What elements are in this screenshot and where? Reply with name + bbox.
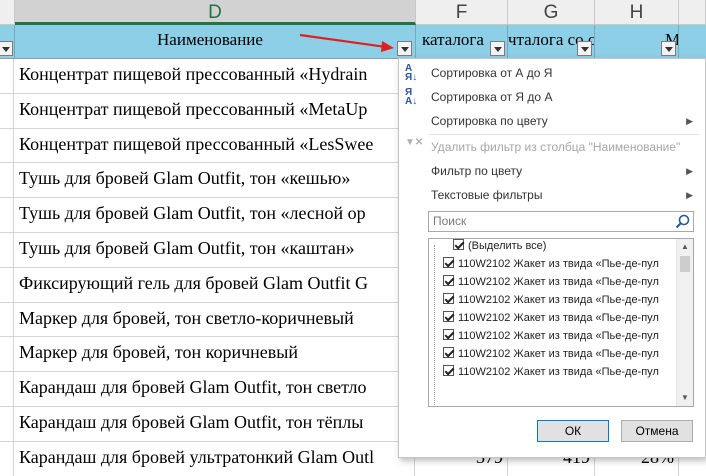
filter-menu: А Я↓ Сортировка от А до Я Я А↓ Сортировка … — [398, 58, 706, 458]
name-cell[interactable]: Тушь для бровей Glam Outfit, тон «каштан… — [15, 232, 415, 267]
search-placeholder: Поиск — [433, 214, 467, 228]
checkbox-checked-icon — [443, 365, 454, 376]
sort-by-color-label: Сортировка по цвету — [431, 114, 548, 128]
scroll-up-icon[interactable]: ▲ — [677, 239, 693, 255]
name-cell[interactable]: Маркер для бровей, тон светло-коричневый — [15, 302, 415, 337]
ok-button[interactable]: ОК — [537, 420, 609, 442]
column-header-g[interactable]: G — [508, 0, 595, 25]
submenu-arrow-icon: ▶ — [686, 190, 693, 200]
list-item[interactable]: 110W2102 Жакет из твида «Пье-де-пул — [443, 345, 659, 363]
name-cell[interactable]: Тушь для бровей Glam Outfit, тон «лесной… — [15, 198, 415, 232]
filter-dropdown-g[interactable] — [577, 41, 592, 56]
scroll-down-icon[interactable]: ▼ — [677, 390, 693, 406]
name-cell[interactable]: Карандаш для бровей ультратонкий Glam Ou… — [15, 441, 415, 476]
submenu-arrow-icon: ▶ — [686, 116, 693, 126]
list-item[interactable]: 110W2102 Жакет из твида «Пье-де-пул — [443, 273, 659, 291]
column-letter-bar: D F G H — [0, 0, 706, 25]
name-cell[interactable]: Концентрат пищевой прессованный «Hydrain — [15, 59, 415, 93]
list-item[interactable]: 110W2102 Жакет из твида «Пье-де-пул — [443, 327, 659, 345]
search-input[interactable]: Поиск — [428, 211, 694, 232]
name-cell[interactable]: Концентрат пищевой прессованный «MetaUp — [15, 93, 415, 128]
name-cell[interactable]: Маркер для бровей, тон коричневый — [15, 337, 415, 372]
name-cell[interactable]: Концентрат пищевой прессованный «LesSwee — [15, 128, 415, 163]
name-cell[interactable]: Карандаш для бровей Glam Outfit, тон тёп… — [15, 406, 415, 441]
header-cell-h: Моде — [595, 25, 679, 59]
filter-dropdown-name[interactable] — [397, 41, 412, 56]
cancel-button[interactable]: Отмена — [621, 420, 693, 442]
column-header-i[interactable] — [679, 0, 706, 25]
filter-value-list: (Выделить все) 110W2102 Жакет из твида «… — [428, 238, 694, 407]
submenu-arrow-icon: ▶ — [686, 166, 693, 176]
sort-by-color[interactable]: Сортировка по цвету ▶ — [399, 109, 705, 133]
text-filters-label: Текстовые фильтры — [431, 188, 543, 202]
search-icon — [675, 214, 690, 229]
clear-filter[interactable]: ▼✕ Удалить фильтр из столбца "Наименован… — [399, 135, 705, 159]
name-cell[interactable]: Фиксирующий гель для бровей Glam Outfit … — [15, 267, 415, 302]
name-cell[interactable]: Карандаш для бровей Glam Outfit, тон све… — [15, 372, 415, 406]
text-filters[interactable]: Текстовые фильтры ▶ — [399, 183, 705, 207]
list-item[interactable]: 110W2102 Жакет из твида «Пье-де-пул — [443, 255, 659, 273]
header-f-label: каталога — [422, 30, 484, 49]
checkbox-checked-icon — [443, 311, 454, 322]
checkbox-checked-icon — [443, 347, 454, 358]
checkbox-checked-icon — [453, 239, 464, 250]
filter-dropdown-c[interactable] — [0, 41, 13, 56]
column-header-c[interactable] — [0, 0, 15, 25]
filter-dropdown-f[interactable] — [490, 41, 505, 56]
list-item[interactable]: 110W2102 Жакет из твида «Пье-де-пул — [443, 309, 659, 327]
list-item[interactable]: 110W2102 Жакет из твида «Пье-де-пул — [443, 291, 659, 309]
filter-by-color[interactable]: Фильтр по цвету ▶ — [399, 159, 705, 183]
sort-z-to-a[interactable]: Я А↓ Сортировка от Я до А — [399, 85, 705, 109]
tree-line — [434, 245, 435, 405]
clear-filter-label: Удалить фильтр из столбца "Наименование" — [431, 140, 681, 154]
checkbox-checked-icon — [443, 275, 454, 286]
filter-dropdown-h[interactable] — [661, 41, 676, 56]
sort-a-to-z[interactable]: А Я↓ Сортировка от А до Я — [399, 61, 705, 85]
column-header-f[interactable]: F — [416, 0, 508, 25]
header-cell-c — [0, 25, 15, 59]
clear-filter-icon: ▼✕ — [405, 137, 424, 148]
checkbox-checked-icon — [443, 293, 454, 304]
checkbox-checked-icon — [443, 329, 454, 340]
sort-a-to-z-label: Сортировка от А до Я — [431, 66, 553, 80]
sort-ascending-icon: А Я↓ — [405, 63, 418, 83]
sort-z-to-a-label: Сортировка от Я до А — [431, 90, 553, 104]
header-name-label: Наименование — [157, 30, 263, 49]
scroll-thumb[interactable] — [680, 256, 690, 272]
column-header-d[interactable]: D — [15, 0, 416, 25]
list-item[interactable]: 110W2102 Жакет из твида «Пье-де-пул — [443, 363, 659, 381]
filter-by-color-label: Фильтр по цвету — [431, 164, 523, 178]
select-all-checkbox[interactable]: (Выделить все) — [453, 239, 546, 255]
name-cell[interactable]: Тушь для бровей Glam Outfit, тон «кешью» — [15, 163, 415, 198]
list-scrollbar[interactable]: ▲ ▼ — [676, 239, 693, 406]
header-cell-f: каталога — [416, 25, 508, 59]
annotation-arrow — [299, 33, 394, 52]
sort-descending-icon: Я А↓ — [405, 87, 418, 107]
checkbox-checked-icon — [443, 257, 454, 268]
header-cell-g: чталога со скидкой — [508, 25, 595, 59]
column-header-h[interactable]: H — [595, 0, 679, 25]
